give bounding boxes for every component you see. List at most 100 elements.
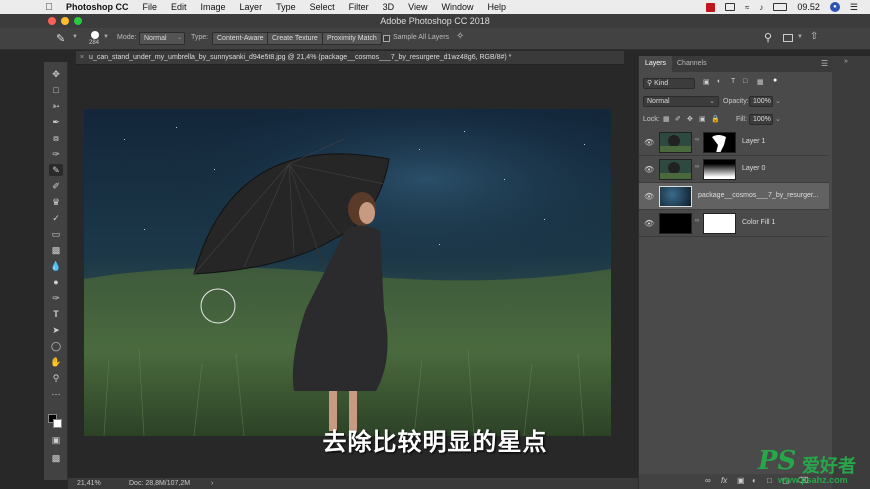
layer-row[interactable]: 👁 ∞ Layer 0 bbox=[639, 156, 829, 183]
menu-type[interactable]: Type bbox=[276, 2, 296, 12]
dropdown-arrow-icon[interactable]: ▼ bbox=[72, 34, 78, 40]
pen-tool-icon[interactable]: ✑ bbox=[49, 292, 63, 304]
fill-input[interactable]: 100% bbox=[749, 114, 773, 125]
zoom-level[interactable]: 21,41% bbox=[77, 478, 101, 489]
visibility-eye-icon[interactable]: 👁 bbox=[644, 219, 654, 228]
tab-channels[interactable]: Channels bbox=[671, 56, 713, 72]
sample-all-layers-checkbox[interactable] bbox=[383, 35, 390, 42]
dodge-tool-icon[interactable]: ● bbox=[49, 276, 63, 288]
layer-name[interactable]: Layer 1 bbox=[742, 138, 765, 145]
eyedropper-tool-icon[interactable]: ✑ bbox=[49, 148, 63, 160]
blend-mode-select[interactable]: Normal ⌄ bbox=[643, 96, 719, 107]
dropdown-arrow-icon[interactable]: ▼ bbox=[103, 34, 109, 40]
crop-tool-icon[interactable]: ⧇ bbox=[49, 132, 63, 144]
close-tab-icon[interactable]: × bbox=[80, 54, 84, 61]
panel-menu-icon[interactable]: ☰ bbox=[821, 59, 828, 68]
mask-link-icon[interactable]: ∞ bbox=[695, 164, 699, 170]
menu-filter[interactable]: Filter bbox=[349, 2, 369, 12]
menu-edit[interactable]: Edit bbox=[171, 2, 187, 12]
visibility-eye-icon[interactable]: 👁 bbox=[644, 138, 654, 147]
pressure-brush-icon[interactable]: ✧ bbox=[456, 31, 464, 42]
workspace-icon[interactable] bbox=[783, 34, 793, 42]
document-tab[interactable]: × u_can_stand_under_my_umbrella_by_sunny… bbox=[76, 51, 624, 65]
marquee-tool-icon[interactable]: □ bbox=[49, 84, 63, 96]
menu-list-icon[interactable]: ☰ bbox=[850, 2, 858, 13]
wifi-icon[interactable]: ≈ bbox=[745, 3, 749, 12]
filter-kind-select[interactable]: ⚲ Kind bbox=[643, 78, 695, 89]
doc-info[interactable]: Doc: 28,8M/107,2M bbox=[129, 478, 190, 489]
gradient-tool-icon[interactable]: ▩ bbox=[49, 244, 63, 256]
share-icon[interactable]: ⇧ bbox=[810, 31, 818, 42]
battery-icon[interactable] bbox=[773, 3, 788, 11]
move-tool-icon[interactable]: ✥ bbox=[49, 68, 63, 80]
path-select-tool-icon[interactable]: ➤ bbox=[49, 324, 63, 336]
visibility-eye-icon[interactable]: 👁 bbox=[644, 192, 654, 201]
mask-link-icon[interactable]: ∞ bbox=[695, 137, 699, 143]
filter-pixel-icon[interactable]: ▣ bbox=[703, 78, 710, 86]
layer-name[interactable]: Color Fill 1 bbox=[742, 219, 775, 226]
layer-name[interactable]: Layer 0 bbox=[742, 165, 765, 172]
type-content-aware-button[interactable]: Content-Aware bbox=[212, 32, 269, 45]
eraser-tool-icon[interactable]: ▭ bbox=[49, 228, 63, 240]
layer-row[interactable]: 👁 ∞ Layer 1 bbox=[639, 129, 829, 156]
mask-icon[interactable]: ▣ bbox=[737, 476, 745, 485]
window-close-button[interactable] bbox=[48, 17, 56, 25]
window-zoom-button[interactable] bbox=[74, 17, 82, 25]
search-icon[interactable]: ⚲ bbox=[764, 31, 772, 44]
fx-icon[interactable]: fx bbox=[721, 476, 727, 485]
shape-tool-icon[interactable]: ◯ bbox=[49, 340, 63, 352]
layer-row[interactable]: 👁 ∞ Color Fill 1 bbox=[639, 210, 829, 237]
history-brush-tool-icon[interactable]: ✓ bbox=[49, 212, 63, 224]
menu-window[interactable]: Window bbox=[441, 2, 473, 12]
type-create-texture-button[interactable]: Create Texture bbox=[267, 32, 323, 45]
filter-adjustment-icon[interactable]: ◐ bbox=[717, 78, 721, 85]
link-icon[interactable]: ∞ bbox=[705, 476, 711, 485]
lock-artboard-icon[interactable]: ▣ bbox=[699, 115, 706, 123]
apple-icon[interactable]:  bbox=[42, 2, 56, 13]
zoom-tool-icon[interactable]: ⚲ bbox=[49, 372, 63, 384]
lock-transparent-icon[interactable]: ▦ bbox=[663, 115, 670, 123]
volume-icon[interactable]: ♪ bbox=[759, 3, 763, 12]
document-canvas[interactable] bbox=[84, 109, 611, 436]
menu-3d[interactable]: 3D bbox=[383, 2, 395, 12]
spot-healing-brush-icon[interactable]: ✎ bbox=[56, 32, 65, 45]
tab-layers[interactable]: Layers bbox=[639, 56, 673, 72]
window-minimize-button[interactable] bbox=[61, 17, 69, 25]
opacity-input[interactable]: 100% bbox=[749, 96, 773, 107]
filter-toggle-icon[interactable]: ● bbox=[773, 77, 777, 84]
filter-type-icon[interactable]: T bbox=[731, 78, 735, 85]
lock-pixels-icon[interactable]: ✐ bbox=[675, 115, 681, 123]
layer-name[interactable]: package__cosmos___7_by_resurger... bbox=[698, 192, 819, 199]
hand-tool-icon[interactable]: ✋ bbox=[49, 356, 63, 368]
lasso-tool-icon[interactable]: ➳ bbox=[49, 100, 63, 112]
healing-brush-tool-icon[interactable]: ✎ bbox=[49, 164, 63, 176]
menu-select[interactable]: Select bbox=[310, 2, 335, 12]
brush-tool-icon[interactable]: ✐ bbox=[49, 180, 63, 192]
quick-select-tool-icon[interactable]: ✒ bbox=[49, 116, 63, 128]
mask-link-icon[interactable]: ∞ bbox=[695, 218, 699, 224]
user-avatar-icon[interactable]: ● bbox=[829, 2, 840, 12]
menu-layer[interactable]: Layer bbox=[240, 2, 263, 12]
clock-text[interactable]: 09.52 bbox=[797, 2, 820, 12]
mode-select[interactable]: Normal ⌄ bbox=[139, 32, 185, 45]
folder-icon[interactable]: □ bbox=[767, 476, 772, 485]
dropdown-arrow-icon[interactable]: ▼ bbox=[797, 34, 803, 40]
type-tool-icon[interactable]: T bbox=[49, 308, 63, 320]
menu-view[interactable]: View bbox=[408, 2, 427, 12]
filter-smart-object-icon[interactable]: ▦ bbox=[757, 78, 764, 86]
opacity-slider-arrow-icon[interactable]: ⌄ bbox=[775, 97, 781, 105]
status-app-icon[interactable] bbox=[706, 2, 715, 12]
menu-image[interactable]: Image bbox=[201, 2, 226, 12]
lock-all-icon[interactable]: 🔒 bbox=[711, 115, 720, 123]
status-menu-arrow-icon[interactable]: › bbox=[211, 478, 213, 489]
more-tools-icon[interactable]: ⋯ bbox=[49, 388, 63, 400]
menu-help[interactable]: Help bbox=[487, 2, 506, 12]
clone-stamp-tool-icon[interactable]: ♛ bbox=[49, 196, 63, 208]
layer-row-selected[interactable]: 👁 package__cosmos___7_by_resurger... bbox=[639, 183, 829, 210]
adjustment-icon[interactable]: ◐ bbox=[752, 476, 757, 485]
display-icon[interactable] bbox=[725, 3, 735, 11]
menu-file[interactable]: File bbox=[143, 2, 158, 12]
visibility-eye-icon[interactable]: 👁 bbox=[644, 165, 654, 174]
filter-shape-icon[interactable]: □ bbox=[743, 78, 747, 85]
menu-app-name[interactable]: Photoshop CC bbox=[66, 2, 129, 12]
